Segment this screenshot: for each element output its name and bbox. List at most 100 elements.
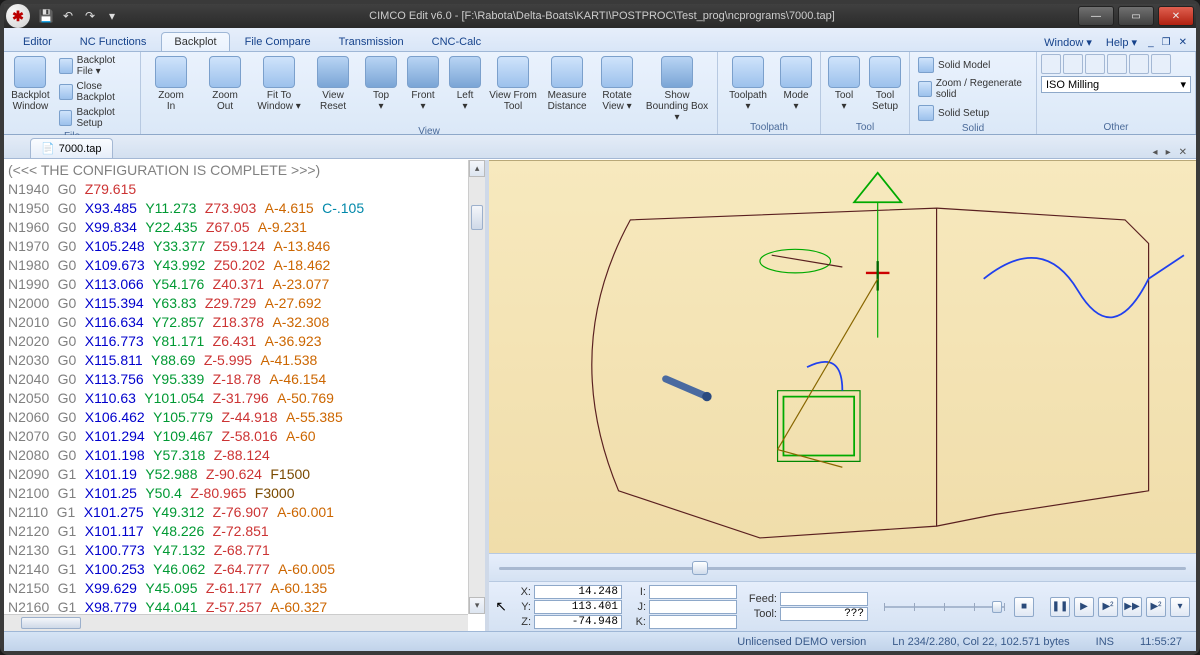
solid-model-icon (918, 57, 934, 73)
fit-to-window-button[interactable]: Fit To Window ▾ (253, 54, 305, 114)
zoom-in-button[interactable]: Zoom In (145, 54, 197, 114)
feed-label: Feed: (747, 593, 777, 605)
tool-setup-icon (869, 56, 901, 88)
document-tab-strip: 📄 7000.tap ◂ ▸ ✕ (4, 135, 1196, 159)
close-icon (59, 84, 73, 100)
app-icon: ✱ (6, 4, 30, 28)
status-demo: Unlicensed DEMO version (731, 636, 872, 648)
maximize-button[interactable]: ▭ (1118, 6, 1154, 26)
speed-slider[interactable] (884, 598, 1004, 616)
play-fwd-button[interactable]: ▶ (1074, 597, 1094, 617)
scroll-down-icon[interactable]: ▾ (469, 597, 485, 614)
front-icon (407, 56, 439, 88)
machine-type-select[interactable]: ISO Milling▾ (1041, 76, 1191, 93)
window-menu[interactable]: Window ▾ (1038, 34, 1098, 51)
chevron-down-icon: ▾ (1180, 78, 1186, 91)
options-dropdown[interactable]: ▾ (1170, 597, 1190, 617)
dro-panel: ↖ X:14.248 Y:113.401 Z:-74.948 I: J: K: … (489, 581, 1196, 631)
tab-file-compare[interactable]: File Compare (232, 32, 324, 51)
title-bar: ✱ 💾 ↶ ↷ ▾ CIMCO Edit v6.0 - [F:\Rabota\D… (4, 4, 1196, 28)
backplot-file-button[interactable]: Backplot File ▾ (55, 54, 136, 78)
other-icon-6[interactable] (1151, 54, 1171, 74)
show-bounding-button[interactable]: Show Bounding Box ▾ (641, 54, 713, 125)
qat-redo-icon[interactable]: ↷ (82, 8, 98, 24)
backplot-setup-button[interactable]: Backplot Setup (55, 106, 136, 130)
group-solid-label: Solid (914, 122, 1032, 135)
i-label: I: (632, 586, 646, 598)
view-reset-button[interactable]: View Reset (307, 54, 359, 114)
document-tab[interactable]: 📄 7000.tap (30, 138, 113, 158)
stop-button[interactable]: ■ (1014, 597, 1034, 617)
zoom-out-button[interactable]: Zoom Out (199, 54, 251, 114)
rotate-view-button[interactable]: Rotate View ▾ (595, 54, 639, 114)
front-view-button[interactable]: Front ▾ (403, 54, 443, 114)
solid-setup-button[interactable]: Solid Setup (914, 104, 1032, 122)
qat-dropdown-icon[interactable]: ▾ (104, 8, 120, 24)
tab-transmission[interactable]: Transmission (326, 32, 417, 51)
top-view-button[interactable]: Top ▾ (361, 54, 401, 114)
other-icon-3[interactable] (1085, 54, 1105, 74)
qat-save-icon[interactable]: 💾 (38, 8, 54, 24)
tab-prev[interactable]: ◂ (1150, 147, 1161, 158)
scrollbar-thumb[interactable] (471, 205, 483, 230)
zoom-regen-button[interactable]: Zoom / Regenerate solid (914, 77, 1032, 101)
other-icon-2[interactable] (1063, 54, 1083, 74)
minimize-button[interactable]: — (1078, 6, 1114, 26)
close-backplot-button[interactable]: Close Backplot (55, 80, 136, 104)
ribbon-tab-row: Editor NC Functions Backplot File Compar… (4, 28, 1196, 52)
fast-fwd-button[interactable]: ▶▶ (1122, 597, 1142, 617)
y-field: 113.401 (534, 600, 622, 614)
other-icon-1[interactable] (1041, 54, 1061, 74)
left-view-button[interactable]: Left ▾ (445, 54, 485, 114)
backplot-window-icon (14, 56, 46, 88)
mdi-close[interactable]: ✕ (1176, 37, 1190, 48)
mode-button[interactable]: Mode ▾ (776, 54, 816, 114)
status-ins: INS (1090, 636, 1120, 648)
backplot-viewport[interactable]: ↖ 5D linear move (489, 160, 1196, 553)
scroll-up-icon[interactable]: ▴ (469, 160, 485, 177)
document-tab-label: 7000.tap (59, 143, 102, 155)
tab-close[interactable]: ✕ (1176, 147, 1190, 158)
toolpath-button[interactable]: Toolpath ▾ (722, 54, 774, 114)
tool-setup-button[interactable]: Tool Setup (865, 54, 905, 114)
step-fwd-button[interactable]: ▶² (1098, 597, 1118, 617)
simulation-slider[interactable] (499, 559, 1186, 577)
j-label: J: (632, 601, 646, 613)
solid-model-button[interactable]: Solid Model (914, 56, 1032, 74)
x-field: 14.248 (534, 585, 622, 599)
tool-label: Tool: (747, 608, 777, 620)
tab-nc-functions[interactable]: NC Functions (67, 32, 160, 51)
reset-icon (317, 56, 349, 88)
simulation-position-bar (489, 553, 1196, 581)
ffast-fwd-button[interactable]: ▶² (1146, 597, 1166, 617)
close-button[interactable]: ✕ (1158, 6, 1194, 26)
qat-undo-icon[interactable]: ↶ (60, 8, 76, 24)
tool-icon (828, 56, 860, 88)
view-from-tool-button[interactable]: View From Tool (487, 54, 539, 114)
rotate-icon (601, 56, 633, 88)
tool-button[interactable]: Tool ▾ (825, 54, 863, 114)
backplot-window-button[interactable]: Backplot Window (8, 54, 53, 114)
other-icon-4[interactable] (1107, 54, 1127, 74)
measure-distance-button[interactable]: Measure Distance (541, 54, 593, 114)
toolpath-icon (732, 56, 764, 88)
code-editor[interactable]: (<<< THE CONFIGURATION IS COMPLETE >>>) … (4, 160, 485, 631)
toolpath-plot (489, 161, 1196, 553)
y-label: Y: (517, 601, 531, 613)
h-scrollbar-thumb[interactable] (21, 617, 81, 629)
group-toolpath-label: Toolpath (722, 121, 816, 134)
other-icon-5[interactable] (1129, 54, 1149, 74)
mdi-minimize[interactable]: _ (1145, 37, 1157, 48)
pointer-icon: ↖ (495, 598, 507, 615)
mdi-restore[interactable]: ❐ (1159, 37, 1174, 48)
help-menu[interactable]: Help ▾ (1100, 34, 1143, 51)
tab-next[interactable]: ▸ (1163, 147, 1174, 158)
fit-icon (263, 56, 295, 88)
horizontal-scrollbar[interactable] (4, 614, 468, 631)
group-other-label: Other (1041, 121, 1191, 134)
vertical-scrollbar[interactable]: ▴ ▾ (468, 160, 485, 614)
tab-editor[interactable]: Editor (10, 32, 65, 51)
tab-cnc-calc[interactable]: CNC-Calc (419, 32, 495, 51)
tab-backplot[interactable]: Backplot (161, 32, 229, 51)
pause-button[interactable]: ❚❚ (1050, 597, 1070, 617)
